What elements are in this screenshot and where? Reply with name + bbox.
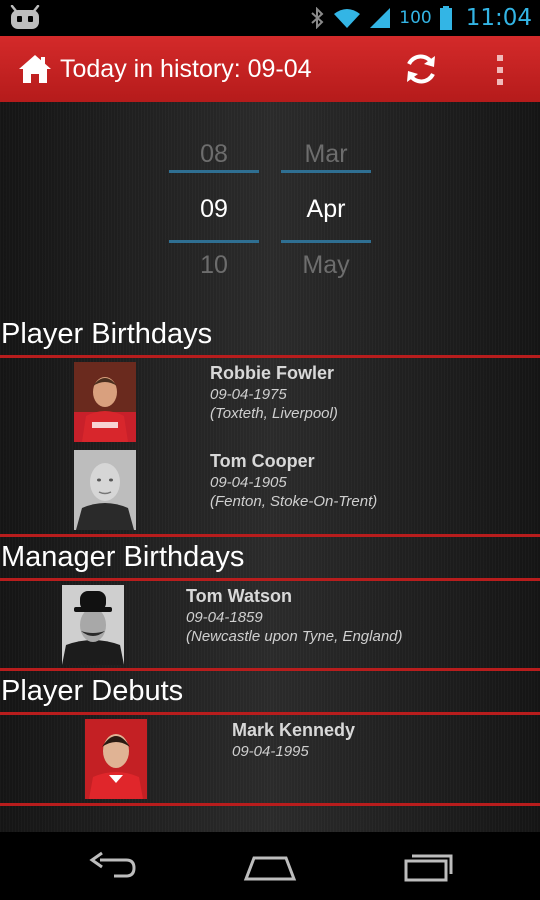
wifi-icon — [334, 9, 361, 28]
recent-apps-icon[interactable] — [404, 850, 454, 882]
list-item[interactable]: Mark Kennedy 09-04-1995 — [0, 718, 540, 802]
day-next[interactable]: 10 — [169, 251, 259, 280]
section-divider — [0, 534, 540, 537]
manager-photo — [62, 585, 124, 665]
entry-name: Tom Cooper — [210, 451, 315, 471]
entry-date: 09-04-1905 — [210, 474, 287, 491]
entry-date: 09-04-1975 — [210, 386, 287, 403]
refresh-icon[interactable] — [402, 50, 440, 88]
action-bar: Today in history: 09-04 — [0, 36, 540, 102]
list-item[interactable]: Tom Watson 09-04-1859 (Newcastle upon Ty… — [0, 584, 540, 668]
bluetooth-icon — [311, 7, 324, 29]
back-icon[interactable] — [88, 850, 138, 882]
player-photo — [74, 362, 136, 442]
page-title: Today in history: 09-04 — [60, 55, 312, 83]
entry-date: 09-04-1995 — [232, 743, 309, 760]
cyanogenmod-bugdroid-icon — [10, 5, 40, 29]
section-divider — [0, 355, 540, 358]
battery-level: 100 — [399, 8, 432, 28]
status-bar: 100 11:04 — [0, 0, 540, 36]
overflow-menu-icon[interactable] — [491, 52, 509, 88]
player-photo — [85, 719, 147, 799]
entry-place: (Toxteth, Liverpool) — [210, 405, 338, 422]
month-next[interactable]: May — [281, 251, 371, 280]
month-picker[interactable]: Mar Apr May — [281, 102, 371, 292]
player-photo — [74, 450, 136, 530]
section-title-manager-birthdays: Manager Birthdays — [1, 541, 245, 573]
entry-place: (Fenton, Stoke-On-Trent) — [210, 493, 378, 510]
day-divider-bottom — [169, 240, 259, 243]
entry-date: 09-04-1859 — [186, 609, 263, 626]
home-icon[interactable] — [243, 850, 297, 882]
section-divider — [0, 578, 540, 581]
navigation-bar — [0, 832, 540, 900]
home-icon[interactable] — [18, 52, 52, 86]
entry-name: Mark Kennedy — [232, 720, 356, 740]
month-current[interactable]: Apr — [281, 195, 371, 224]
list-item[interactable]: Tom Cooper 09-04-1905 (Fenton, Stoke-On-… — [0, 449, 540, 533]
list-item[interactable]: Robbie Fowler 09-04-1975 (Toxteth, Liver… — [0, 361, 540, 445]
entry-name: Robbie Fowler — [210, 363, 335, 383]
month-prev[interactable]: Mar — [281, 140, 371, 169]
entry-name: Tom Watson — [186, 586, 292, 606]
day-picker[interactable]: 08 09 10 — [169, 102, 259, 292]
day-prev[interactable]: 08 — [169, 140, 259, 169]
month-divider-top — [281, 170, 371, 173]
clock: 11:04 — [465, 5, 532, 31]
day-current[interactable]: 09 — [169, 195, 259, 224]
month-divider-bottom — [281, 240, 371, 243]
section-divider — [0, 712, 540, 715]
content-area: 08 09 10 Mar Apr May Player Birthdays Ro… — [0, 102, 540, 832]
entry-place: (Newcastle upon Tyne, England) — [186, 628, 403, 645]
signal-icon — [370, 8, 391, 28]
day-divider-top — [169, 170, 259, 173]
section-divider — [0, 668, 540, 671]
section-title-player-birthdays: Player Birthdays — [1, 318, 213, 350]
section-title-player-debuts: Player Debuts — [1, 675, 184, 707]
battery-icon — [439, 6, 452, 30]
section-divider — [0, 803, 540, 806]
